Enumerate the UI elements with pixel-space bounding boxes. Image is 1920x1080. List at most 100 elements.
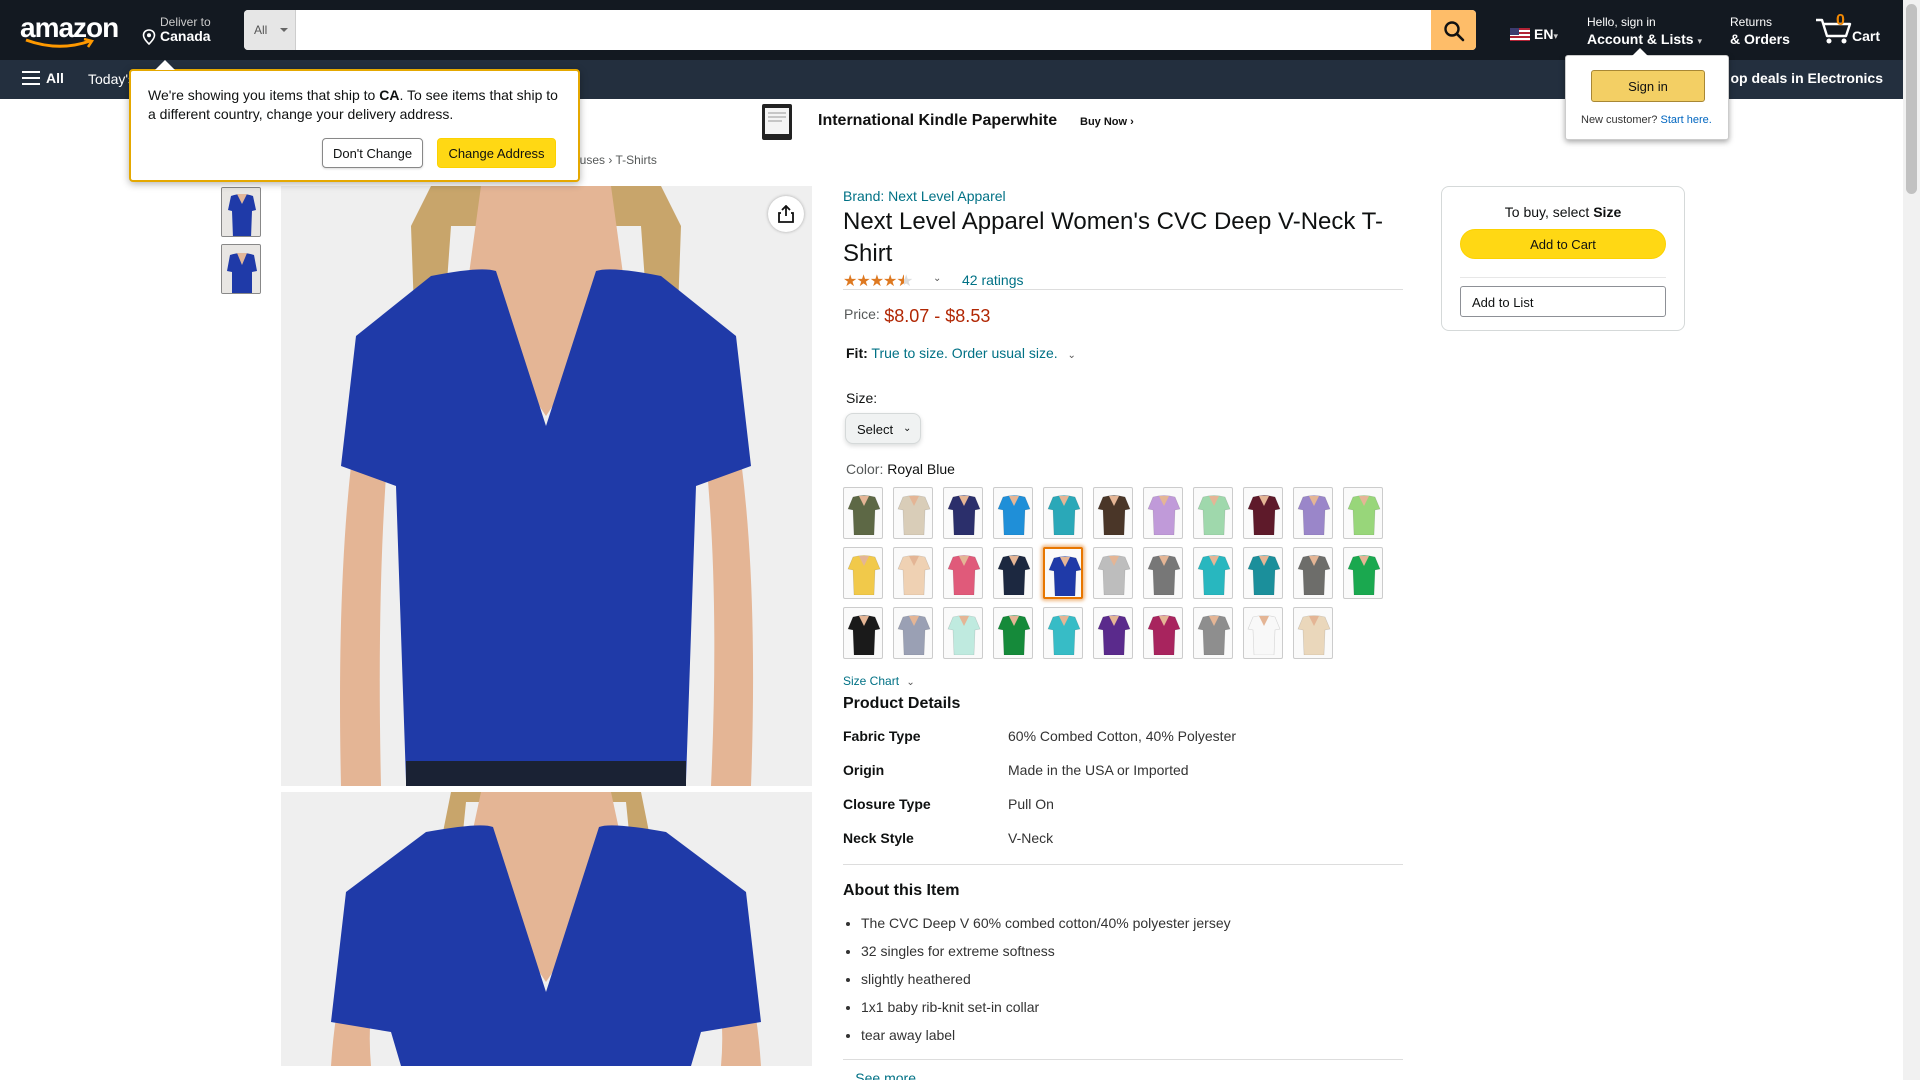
color-swatch[interactable] — [843, 607, 883, 659]
color-swatch[interactable] — [1193, 547, 1233, 599]
color-swatch[interactable] — [1143, 487, 1183, 539]
buy-box-hint-strong: Size — [1593, 204, 1622, 220]
detail-value: V-Neck — [1008, 830, 1054, 846]
add-to-list-button[interactable]: Add to List — [1460, 286, 1666, 317]
product-thumbnail[interactable] — [221, 187, 261, 237]
start-here-link[interactable]: Start here. — [1660, 114, 1711, 126]
search-input[interactable] — [296, 10, 1432, 50]
shirt-swatch-icon — [1147, 615, 1181, 655]
color-swatch[interactable] — [1093, 607, 1133, 659]
search-button[interactable] — [1431, 10, 1476, 50]
shirt-swatch-icon — [1247, 555, 1281, 595]
color-swatch[interactable] — [1143, 607, 1183, 659]
page-scrollbar[interactable] — [1903, 0, 1920, 1080]
promo-buy-now[interactable]: Buy Now › — [1080, 116, 1134, 128]
scrollbar-thumb[interactable] — [1906, 4, 1917, 194]
search-category-label: All — [254, 23, 268, 37]
about-item-bullet: 1x1 baby rib-knit set-in collar — [861, 999, 1231, 1027]
size-chart-link[interactable]: Size Chart — [843, 674, 899, 688]
account-label: Account & Lists — [1587, 31, 1694, 47]
shirt-swatch-icon — [1297, 555, 1331, 595]
share-button[interactable] — [768, 196, 804, 232]
color-swatch[interactable] — [943, 487, 983, 539]
sign-in-button[interactable]: Sign in — [1591, 70, 1705, 102]
color-swatch[interactable] — [1243, 547, 1283, 599]
account-lists[interactable]: Hello, sign in Account & Lists ▾ — [1587, 15, 1702, 47]
price-range: $8.07 - $8.53 — [884, 306, 991, 326]
brand-link[interactable]: Brand: Next Level Apparel — [843, 188, 1006, 204]
color-swatch[interactable] — [1093, 547, 1133, 599]
color-swatch[interactable] — [993, 487, 1033, 539]
chevron-down-icon[interactable]: ⌄ — [933, 273, 941, 284]
buy-box-hint-prefix: To buy, select — [1504, 204, 1594, 220]
color-swatch[interactable] — [843, 487, 883, 539]
product-secondary-image[interactable] — [281, 792, 812, 1066]
color-swatch[interactable] — [1043, 487, 1083, 539]
delivery-address-popover: We're showing you items that ship to CA.… — [129, 60, 580, 182]
color-swatch[interactable] — [1193, 607, 1233, 659]
detail-value: Pull On — [1008, 796, 1054, 812]
color-swatch[interactable] — [893, 607, 933, 659]
size-dropdown[interactable]: Select ⌄ — [845, 413, 921, 444]
share-icon — [778, 205, 794, 223]
color-swatch[interactable] — [1043, 607, 1083, 659]
price-label: Price: — [844, 306, 880, 322]
fit-value-link[interactable]: True to size. Order usual size. — [871, 345, 1057, 361]
all-menu-button[interactable]: All — [22, 70, 64, 86]
detail-value: Made in the USA or Imported — [1008, 762, 1189, 778]
color-swatch[interactable] — [893, 487, 933, 539]
shirt-swatch-icon — [1297, 615, 1331, 655]
breadcrumb-item[interactable]: T-Shirts — [616, 153, 657, 167]
electronics-deals-link[interactable]: op deals in Electronics — [1731, 70, 1884, 86]
kindle-promo-banner[interactable]: International Kindle Paperwhite Buy Now … — [760, 102, 1140, 142]
color-swatch[interactable] — [1293, 607, 1333, 659]
product-main-image[interactable] — [281, 186, 812, 786]
color-swatch[interactable] — [1043, 547, 1083, 599]
shirt-swatch-icon — [997, 555, 1031, 595]
color-swatch[interactable] — [943, 607, 983, 659]
shirt-swatch-icon — [997, 615, 1031, 655]
shirt-swatch-icon — [847, 615, 881, 655]
deliver-to[interactable]: Deliver to Canada — [142, 15, 230, 47]
popover-country-code: CA — [379, 87, 400, 103]
color-swatch[interactable] — [1193, 487, 1233, 539]
color-swatch[interactable] — [1343, 547, 1383, 599]
language-selector[interactable]: EN▾ — [1510, 26, 1558, 42]
us-flag-icon — [1510, 28, 1530, 41]
color-swatch[interactable] — [993, 547, 1033, 599]
product-details-title: Product Details — [843, 695, 961, 712]
chevron-down-icon[interactable]: ⌄ — [843, 1075, 851, 1080]
add-to-cart-button[interactable]: Add to Cart — [1460, 229, 1666, 259]
color-swatch[interactable] — [1243, 607, 1283, 659]
color-swatch[interactable] — [993, 607, 1033, 659]
popover-arrow — [1632, 48, 1648, 56]
shirt-swatch-icon — [1247, 495, 1281, 535]
chevron-down-icon[interactable]: ⌄ — [906, 677, 914, 688]
star-rating-icon[interactable]: ★★★★★★ — [843, 271, 912, 291]
returns-orders[interactable]: Returns & Orders — [1730, 15, 1790, 47]
divider — [1460, 277, 1666, 278]
todays-deals-link[interactable]: Today's — [88, 71, 135, 87]
see-more-link[interactable]: See more — [855, 1070, 916, 1080]
color-swatch[interactable] — [1293, 487, 1333, 539]
color-swatch[interactable] — [943, 547, 983, 599]
color-swatch[interactable] — [1143, 547, 1183, 599]
change-address-button[interactable]: Change Address — [437, 138, 556, 168]
cart-button[interactable]: 0 Cart — [1814, 10, 1884, 50]
color-swatch[interactable] — [1093, 487, 1133, 539]
search-category-dropdown[interactable]: All — [244, 10, 296, 50]
color-swatch[interactable] — [893, 547, 933, 599]
color-swatch[interactable] — [1343, 487, 1383, 539]
color-swatch[interactable] — [1293, 547, 1333, 599]
color-swatch[interactable] — [1243, 487, 1283, 539]
color-swatch[interactable] — [843, 547, 883, 599]
rating-row: ★★★★★★ ⌄ 42 ratings — [843, 270, 1403, 290]
search-bar: All — [244, 10, 1476, 50]
product-thumbnail[interactable] — [221, 244, 261, 294]
ratings-count-link[interactable]: 42 ratings — [962, 272, 1023, 288]
caret-down-icon: ▾ — [1697, 36, 1702, 46]
all-label: All — [46, 70, 64, 86]
chevron-down-icon[interactable]: ⌄ — [1068, 350, 1076, 361]
dont-change-button[interactable]: Don't Change — [322, 138, 423, 168]
amazon-logo[interactable]: amazon — [20, 14, 122, 48]
